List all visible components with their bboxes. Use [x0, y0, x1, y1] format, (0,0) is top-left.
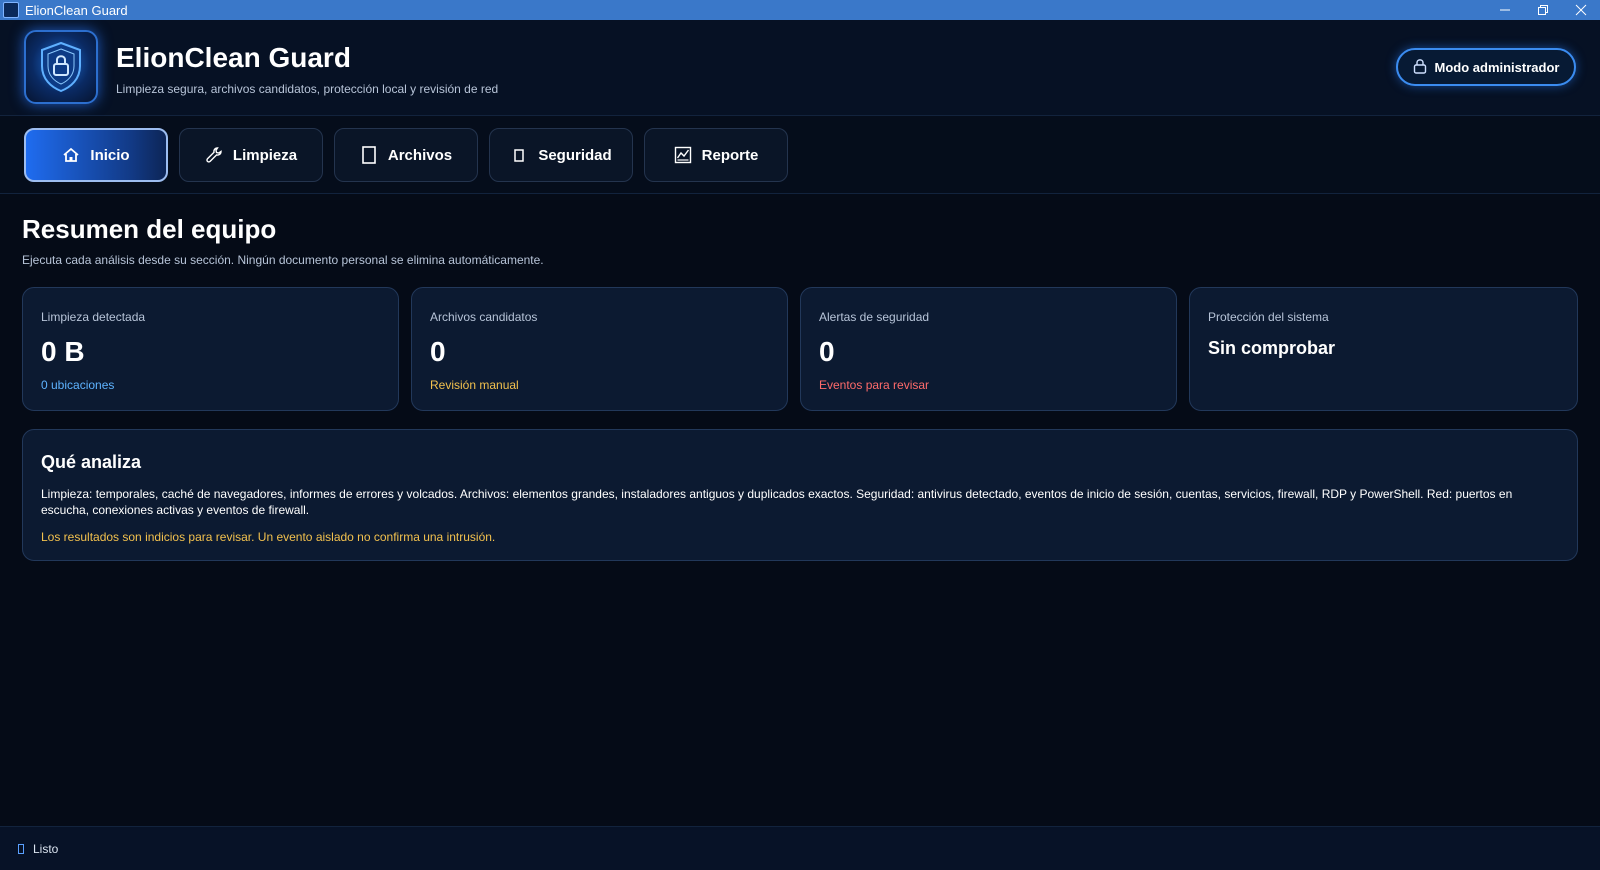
card-value: Sin comprobar [1208, 338, 1336, 358]
card-label: Alertas de seguridad [819, 310, 930, 324]
window-title: ElionClean Guard [25, 2, 128, 18]
card-value: 0 B [41, 336, 85, 367]
status-bar: Listo [0, 826, 1600, 870]
close-icon[interactable] [1562, 0, 1600, 20]
tab-bar: Inicio Limpieza Archivos Seguridad Repor… [0, 116, 1600, 194]
app-header: ElionClean Guard Limpieza segura, archiv… [0, 20, 1600, 116]
status-icon [18, 843, 24, 854]
window-titlebar: ElionClean Guard [0, 0, 1600, 20]
card-limpieza-detectada: Limpieza detectada 0 B 0 ubicaciones [22, 287, 399, 411]
document-icon [360, 146, 378, 164]
info-body: Limpieza: temporales, caché de navegador… [41, 487, 1513, 517]
card-label: Limpieza detectada [41, 310, 146, 324]
info-card: Qué analiza Limpieza: temporales, caché … [22, 429, 1578, 561]
shield-icon [510, 146, 528, 164]
lock-icon [1413, 58, 1427, 77]
card-subtext: Revisión manual [430, 378, 519, 392]
shield-lock-icon [24, 30, 98, 104]
app-icon [3, 2, 19, 18]
tab-label: Reporte [701, 146, 759, 164]
card-alertas-seguridad: Alertas de seguridad 0 Eventos para revi… [800, 287, 1177, 411]
tab-seguridad[interactable]: Seguridad [489, 128, 633, 182]
tab-inicio[interactable]: Inicio [24, 128, 168, 182]
page-title: Resumen del equipo [22, 214, 277, 244]
card-label: Protección del sistema [1208, 310, 1329, 324]
app-name: ElionClean Guard [116, 42, 351, 73]
tab-limpieza[interactable]: Limpieza [179, 128, 323, 182]
minimize-icon[interactable] [1486, 0, 1524, 20]
card-label: Archivos candidatos [430, 310, 538, 324]
status-text: Listo [33, 841, 59, 856]
admin-mode-button[interactable]: Modo administrador [1396, 48, 1576, 86]
card-value: 0 [430, 336, 446, 367]
home-icon [62, 146, 80, 164]
tab-label: Seguridad [538, 146, 612, 164]
card-subtext: Eventos para revisar [819, 378, 930, 392]
page-description: Ejecuta cada análisis desde su sección. … [22, 253, 544, 267]
tab-archivos[interactable]: Archivos [334, 128, 478, 182]
card-archivos-candidatos: Archivos candidatos 0 Revisión manual [411, 287, 788, 411]
chart-icon [674, 146, 692, 164]
card-proteccion-sistema: Protección del sistema Sin comprobar [1189, 287, 1578, 411]
card-value: 0 [819, 336, 835, 367]
app-subtitle: Limpieza segura, archivos candidatos, pr… [116, 82, 499, 96]
info-note: Los resultados son indicios para revisar… [41, 530, 496, 544]
window-controls [1486, 0, 1600, 20]
info-heading: Qué analiza [41, 452, 142, 472]
tab-label: Limpieza [232, 146, 298, 164]
tab-label: Inicio [90, 146, 130, 164]
card-subtext: 0 ubicaciones [41, 378, 115, 392]
restore-icon[interactable] [1524, 0, 1562, 20]
tab-reporte[interactable]: Reporte [644, 128, 788, 182]
tab-label: Archivos [387, 146, 453, 164]
admin-mode-label: Modo administrador [1434, 59, 1560, 75]
wrench-icon [205, 146, 223, 164]
